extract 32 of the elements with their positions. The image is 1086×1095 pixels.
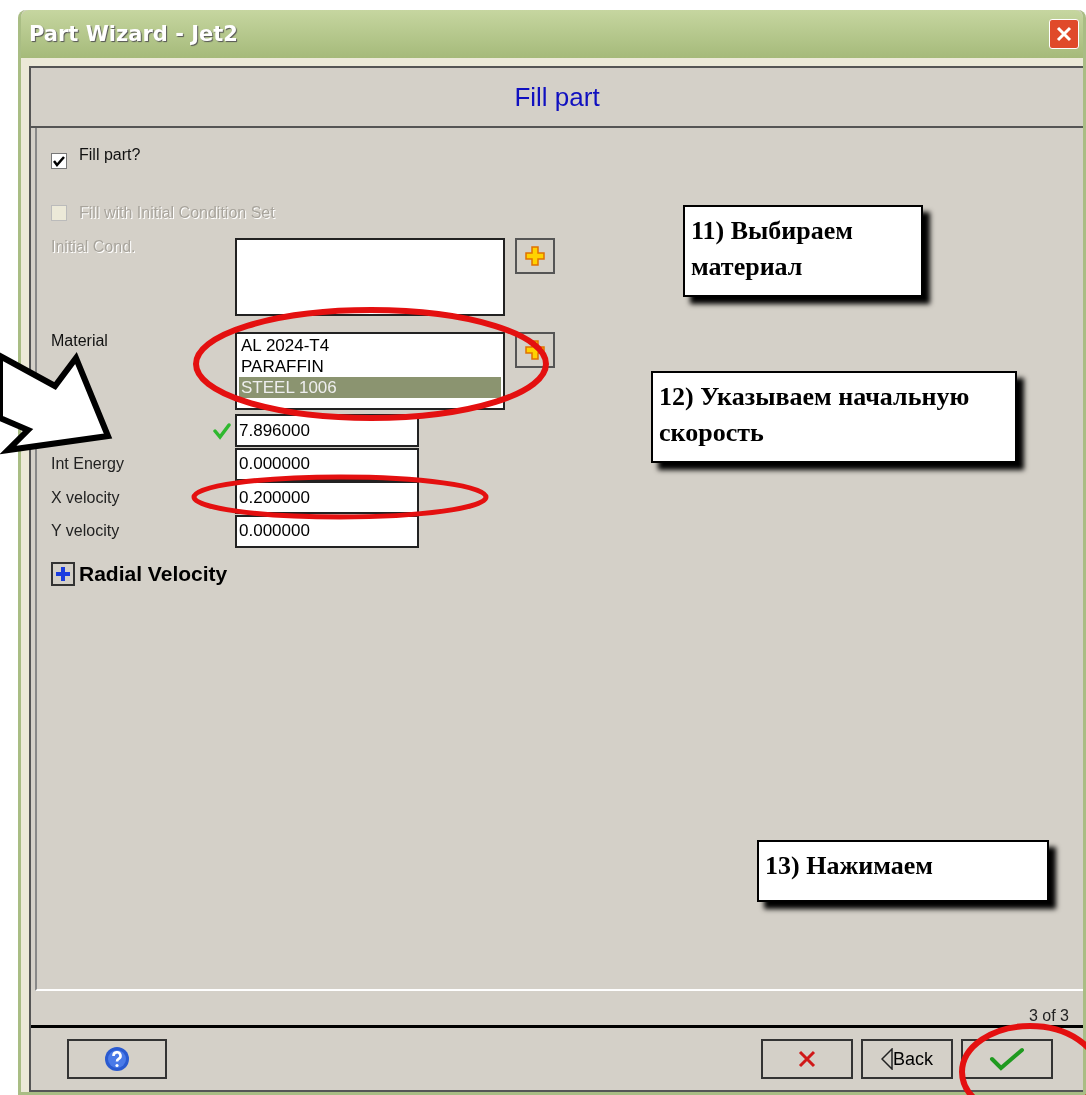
close-icon <box>1055 25 1073 43</box>
number-field[interactable]: 0.200000 <box>235 481 419 515</box>
finish-button[interactable] <box>961 1039 1053 1079</box>
field-label: Int Energy <box>51 455 124 474</box>
field-label: Y velocity <box>51 522 120 541</box>
field-label: Material <box>51 332 109 350</box>
field-label: X velocity <box>51 488 120 507</box>
help-button[interactable] <box>67 1039 167 1079</box>
checkbox-label: Fill part? <box>79 146 141 164</box>
checkbox[interactable] <box>51 153 67 169</box>
section-label: Radial Velocity <box>79 562 228 586</box>
plus-icon <box>55 566 71 582</box>
check-icon <box>989 1047 1025 1071</box>
page-heading: Fill part <box>514 81 600 113</box>
list-item[interactable]: PARAFFIN <box>239 356 501 377</box>
triangle-icon <box>881 1048 893 1070</box>
callout-text: 13) Нажимаем <box>765 850 934 882</box>
plus-icon <box>524 245 546 267</box>
expand-button[interactable] <box>51 562 75 586</box>
help-icon <box>104 1046 130 1072</box>
page-indicator: 3 of 3 <box>1028 1007 1069 1025</box>
window-title: Part Wizard - Jet2 <box>29 22 238 46</box>
back-button[interactable]: Back <box>861 1039 953 1079</box>
callout-text: 11) Выбираем материал <box>691 215 855 283</box>
list-box[interactable] <box>235 238 505 316</box>
cancel-button[interactable] <box>761 1039 853 1079</box>
close-button[interactable] <box>1049 19 1079 49</box>
plus-icon <box>524 339 546 361</box>
add-button[interactable] <box>515 238 555 274</box>
list-item[interactable]: AL 2024-T4 <box>239 335 501 356</box>
callout-text: 12) Указываем начальную скорость <box>659 381 971 449</box>
close-icon <box>797 1049 817 1069</box>
